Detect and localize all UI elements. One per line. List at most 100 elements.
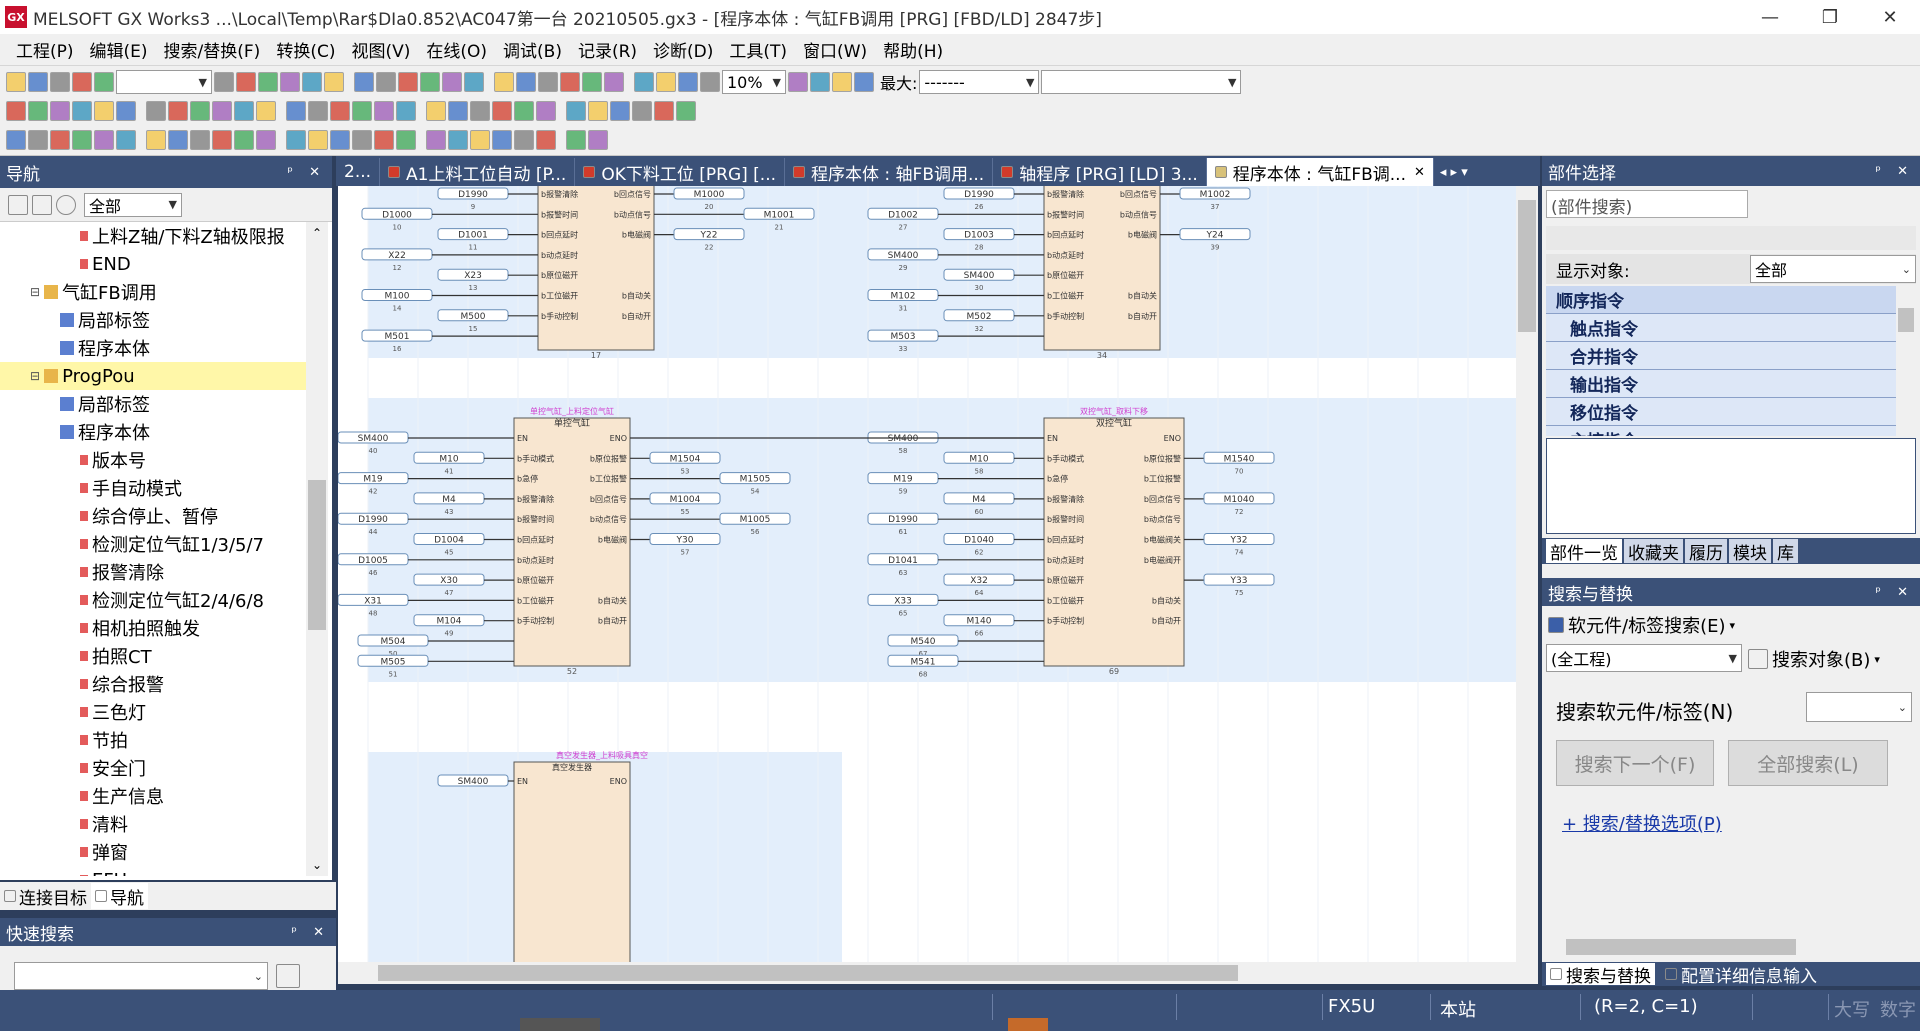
toolbar-icon[interactable] <box>604 72 624 92</box>
toolbar-icon[interactable] <box>324 72 344 92</box>
toolbar-combo[interactable]: ▼ <box>116 70 212 94</box>
toolbar-icon[interactable] <box>632 101 652 121</box>
toolbar-icon[interactable] <box>190 130 210 150</box>
toolbar-icon[interactable] <box>588 101 608 121</box>
toolbar-icon[interactable] <box>448 130 468 150</box>
menu-item-10[interactable]: 窗口(W) <box>795 37 875 62</box>
toolbar-icon[interactable] <box>656 72 676 92</box>
menu-item-5[interactable]: 在线(O) <box>418 37 495 62</box>
tree-node[interactable]: 三色灯 <box>0 698 306 726</box>
editor-tab-5[interactable]: 程序本体 : 气缸FB调... ✕ <box>1206 158 1434 186</box>
parts-category[interactable]: 触点指令 <box>1546 314 1896 342</box>
editor-vscrollbar[interactable] <box>1516 186 1538 962</box>
toolbar-icon[interactable] <box>236 72 256 92</box>
toolbar-icon[interactable] <box>146 101 166 121</box>
close-button[interactable]: ✕ <box>1860 0 1920 34</box>
toolbar-icon[interactable] <box>94 101 114 121</box>
tree-node[interactable]: 拍照CT <box>0 642 306 670</box>
menu-item-1[interactable]: 编辑(E) <box>82 37 156 62</box>
toolbar-icon[interactable] <box>536 101 556 121</box>
toolbar-icon[interactable] <box>426 130 446 150</box>
editor-hscrollbar[interactable] <box>338 962 1538 984</box>
toolbar-icon[interactable] <box>536 130 556 150</box>
toolbar-icon[interactable] <box>396 130 416 150</box>
toolbar-icon[interactable] <box>588 130 608 150</box>
scroll-down-icon[interactable]: ⌄ <box>306 858 328 872</box>
parts-category[interactable]: 主控指令 <box>1546 426 1896 436</box>
tree-node[interactable]: 版本号 <box>0 446 306 474</box>
tree-view-icon[interactable] <box>8 194 28 215</box>
zoom-select[interactable]: 10% ▼ <box>722 70 786 94</box>
toolbar-icon[interactable] <box>810 72 830 92</box>
fbd-canvas[interactable]: b报警清除 b报警时间 b回点延时 b动点延时 b原位磁开 b工位磁开 b手动控制 b回点信号… <box>338 186 1538 966</box>
search-all-button[interactable]: 全部搜索(L) <box>1728 740 1888 786</box>
menu-item-11[interactable]: 帮助(H) <box>875 37 951 62</box>
toolbar-icon[interactable] <box>308 130 328 150</box>
search-pin-close[interactable]: ᵖ ✕ <box>1875 585 1914 600</box>
toolbar-icon[interactable] <box>234 130 254 150</box>
search-scope-select[interactable]: (全工程) ▼ <box>1546 644 1742 672</box>
toolbar-icon[interactable] <box>678 72 698 92</box>
toolbar-icon[interactable] <box>286 101 306 121</box>
list-view-icon[interactable] <box>32 194 52 215</box>
parts-scroll-thumb[interactable] <box>1898 308 1914 332</box>
menu-item-3[interactable]: 转换(C) <box>268 37 343 62</box>
toolbar-icon[interactable] <box>396 101 416 121</box>
toolbar-icon[interactable] <box>420 72 440 92</box>
parts-category[interactable]: 输出指令 <box>1546 370 1896 398</box>
toolbar-icon[interactable] <box>302 72 322 92</box>
toolbar-icon[interactable] <box>330 101 350 121</box>
tree-node[interactable]: END <box>0 250 306 278</box>
toolbar-icon[interactable] <box>168 101 188 121</box>
tree-node[interactable]: ⊟ 气缸FB调用 <box>0 278 306 306</box>
toolbar-icon[interactable] <box>494 72 514 92</box>
parts-category[interactable]: 移位指令 <box>1546 398 1896 426</box>
toolbar-icon[interactable] <box>168 130 188 150</box>
gear-icon[interactable] <box>56 194 76 215</box>
tree-node[interactable]: 报警清除 <box>0 558 306 586</box>
max-select[interactable]: ------- ▼ <box>919 70 1040 94</box>
parts-tab-3[interactable]: 模块 <box>1729 539 1771 564</box>
search-tab-0[interactable]: 搜索与替换 <box>1546 963 1655 987</box>
menu-item-0[interactable]: 工程(P) <box>8 37 82 62</box>
toolbar-icon[interactable] <box>6 72 26 92</box>
toolbar-icon[interactable] <box>280 72 300 92</box>
toolbar-icon[interactable] <box>256 130 276 150</box>
toolbar-icon[interactable] <box>566 130 586 150</box>
toolbar-icon[interactable] <box>330 130 350 150</box>
toolbar-icon[interactable] <box>286 130 306 150</box>
editor-tab-4[interactable]: 轴程序 [PRG] [LD] 3... <box>993 158 1207 186</box>
toolbar-icon[interactable] <box>426 101 446 121</box>
tree-node[interactable]: 程序本体 <box>0 418 306 446</box>
expand-icon[interactable]: ⊟ <box>30 285 40 299</box>
toolbar-icon[interactable] <box>72 101 92 121</box>
parts-tab-0[interactable]: 部件一览 <box>1546 539 1622 564</box>
tree-node[interactable]: 安全门 <box>0 754 306 782</box>
tree-node[interactable]: 检测定位气缸2/4/6/8 <box>0 586 306 614</box>
tree-node[interactable]: ⊟ ProgPou <box>0 362 306 390</box>
tree-node[interactable]: 局部标签 <box>0 306 306 334</box>
parts-show-select[interactable]: 全部 ⌄ <box>1750 255 1916 283</box>
scroll-thumb[interactable] <box>308 480 326 630</box>
tree-node[interactable]: 检测定位气缸1/3/5/7 <box>0 530 306 558</box>
editor-hscroll-thumb[interactable] <box>378 965 1238 981</box>
toolbar-icon[interactable] <box>6 130 26 150</box>
menu-item-7[interactable]: 记录(R) <box>570 37 645 62</box>
minimize-button[interactable]: — <box>1740 0 1800 34</box>
toolbar-icon[interactable] <box>212 101 232 121</box>
parts-tab-4[interactable]: 库 <box>1773 539 1798 564</box>
toolbar-icon[interactable] <box>442 72 462 92</box>
toolbar-icon[interactable] <box>354 72 374 92</box>
editor-tab-3[interactable]: 程序本体 : 轴FB调用... <box>785 158 994 186</box>
fbd-function-block[interactable] <box>513 761 631 966</box>
toolbar-icon[interactable] <box>234 101 254 121</box>
tree-node[interactable]: 局部标签 <box>0 390 306 418</box>
toolbar-icon[interactable] <box>190 101 210 121</box>
menu-item-4[interactable]: 视图(V) <box>343 37 418 62</box>
parts-search-input[interactable]: (部件搜索) <box>1546 190 1748 218</box>
search-tab-1[interactable]: 配置详细信息输入 <box>1661 963 1821 987</box>
tree-node[interactable]: EFU <box>0 866 306 876</box>
toolbar-icon[interactable] <box>146 130 166 150</box>
tree-node[interactable]: 弹窗 <box>0 838 306 866</box>
expand-icon[interactable]: ⊟ <box>30 369 40 383</box>
